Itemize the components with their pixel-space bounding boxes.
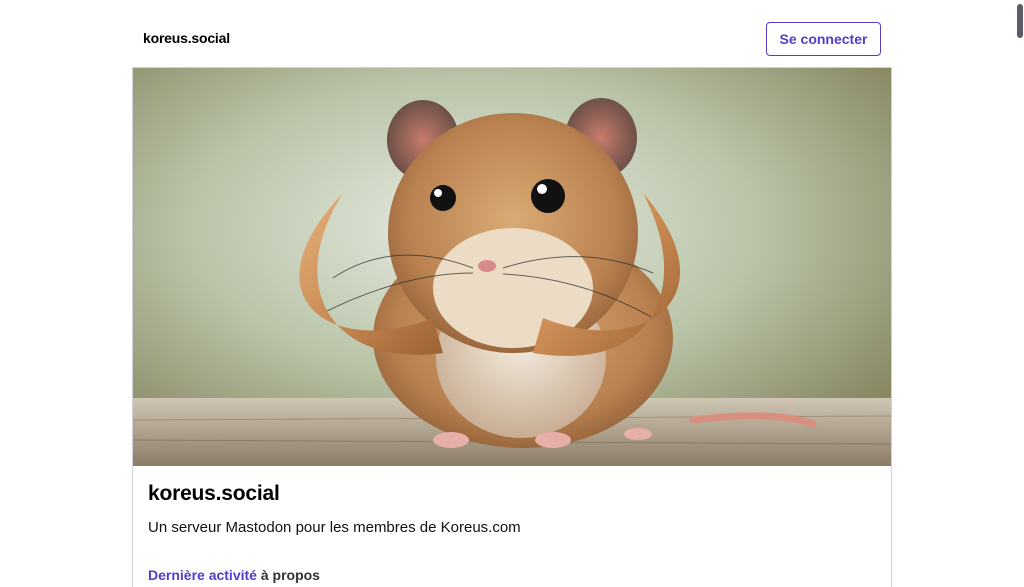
activity-line: Dernière activité à propos — [148, 567, 320, 583]
top-bar: koreus.social Se connecter — [0, 0, 1024, 67]
about-text: à propos — [256, 567, 320, 583]
login-button[interactable]: Se connecter — [766, 22, 881, 56]
server-title: koreus.social — [148, 482, 280, 505]
scrollbar-thumb[interactable] — [1017, 4, 1023, 38]
server-description: Un serveur Mastodon pour les membres de … — [148, 519, 521, 536]
hero-image — [133, 68, 891, 466]
server-card: koreus.social Un serveur Mastodon pour l… — [132, 67, 892, 587]
site-brand[interactable]: koreus.social — [143, 30, 230, 46]
last-activity-link[interactable]: Dernière activité — [148, 567, 257, 583]
